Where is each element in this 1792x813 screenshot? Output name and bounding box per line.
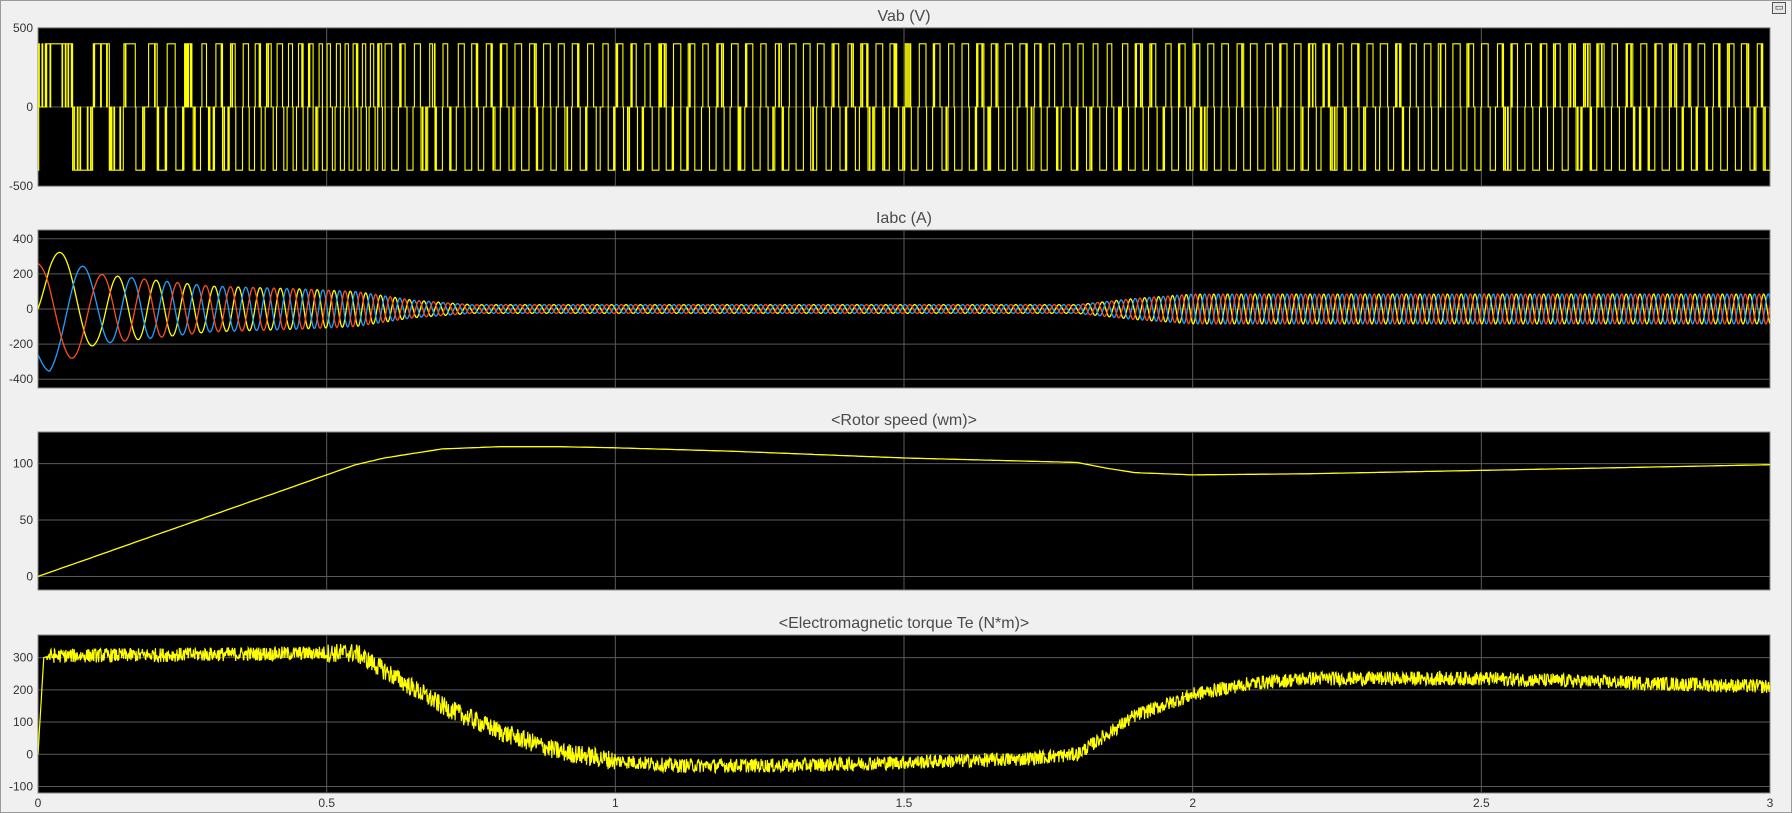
y-tick-label: 0 [26, 747, 33, 761]
y-tick-label: 100 [13, 715, 33, 729]
x-tick-label: 3 [1767, 796, 1774, 810]
y-tick-label: 400 [13, 232, 33, 246]
scope-figure: Vab (V)-5000500Iabc (A)-400-2000200400<R… [0, 0, 1792, 813]
panel-4: <Electromagnetic torque Te (N*m)> -100 0 10… [9, 615, 1771, 794]
y-tick-label: 50 [20, 513, 34, 527]
y-tick-label: 500 [13, 21, 33, 35]
panel-3: <Rotor speed (wm)> 0 50 100 [13, 412, 1771, 591]
x-tick-label: 1.5 [896, 796, 913, 810]
y-tick-label: 0 [26, 100, 33, 114]
y-tick-label: 100 [13, 457, 33, 471]
y-tick-label: -200 [9, 337, 33, 351]
panel-title: <Electromagnetic torque Te (N*m)> [779, 615, 1029, 632]
restore-icon[interactable]: ▭ [1772, 2, 1786, 14]
y-tick-label: -400 [9, 372, 33, 386]
x-tick-label: 2.5 [1473, 796, 1490, 810]
panel-title: <Rotor speed (wm)> [831, 412, 977, 429]
x-tick-label: 0.5 [318, 796, 335, 810]
panel-title: Iabc (A) [876, 210, 932, 227]
y-tick-label: 0 [26, 569, 33, 583]
y-tick-label: 0 [26, 302, 33, 316]
panel-1: Vab (V) -500 0 500 [9, 8, 1771, 193]
y-tick-label: 200 [13, 683, 33, 697]
x-tick-label: 2 [1189, 796, 1196, 810]
y-tick-label: 200 [13, 267, 33, 281]
panel-2: Iabc (A) -400 -200 0 200 400 [9, 210, 1771, 389]
x-tick-label: 1 [612, 796, 619, 810]
panel-title: Vab (V) [877, 8, 930, 25]
y-tick-label: 300 [13, 651, 33, 665]
y-tick-label: -100 [9, 780, 33, 794]
y-tick-label: -500 [9, 179, 33, 193]
x-tick-label: 0 [35, 796, 42, 810]
